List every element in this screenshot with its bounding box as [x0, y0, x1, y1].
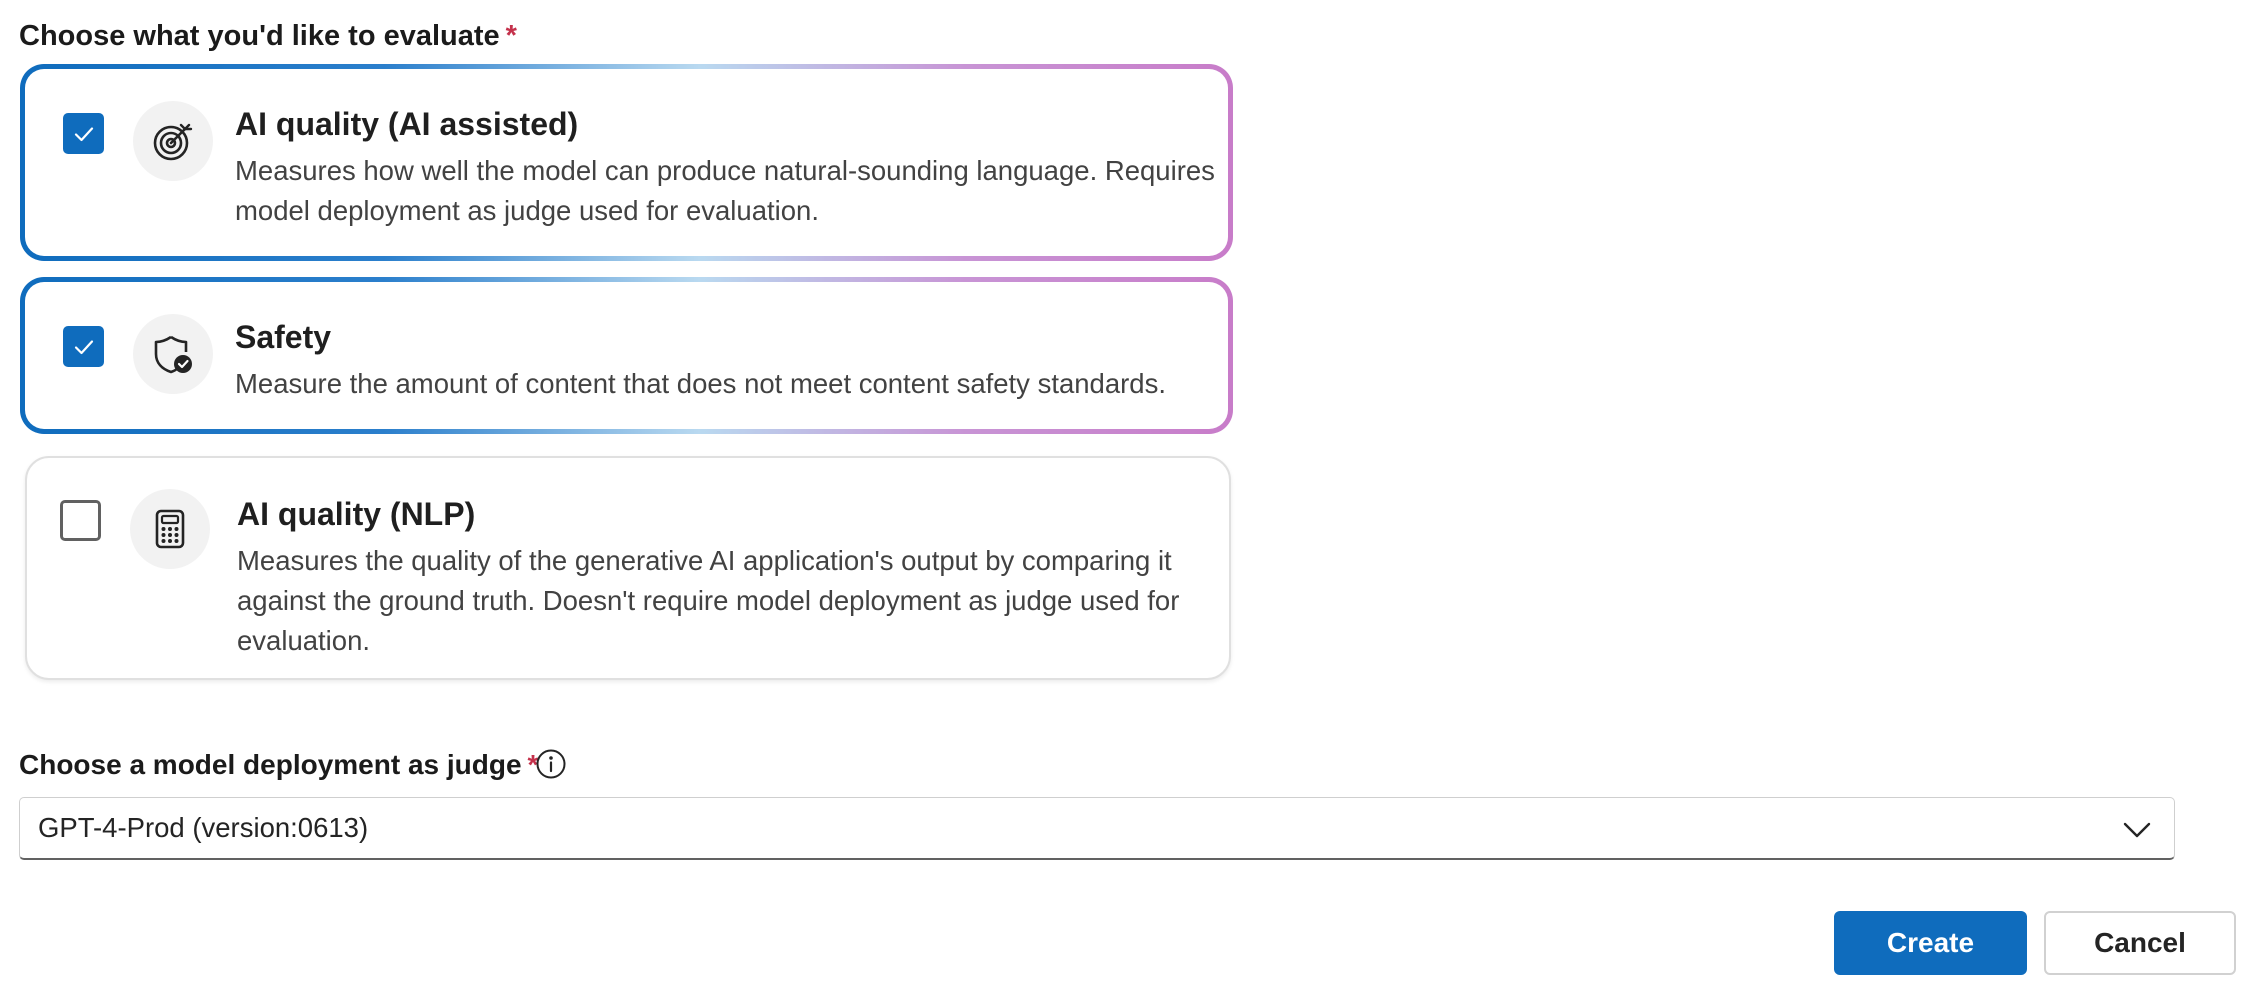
dropdown-selected-value: GPT-4-Prod (version:0613): [38, 812, 369, 843]
checkmark-icon: [74, 126, 93, 141]
calculator-icon: [155, 509, 185, 549]
cancel-button[interactable]: Cancel: [2044, 911, 2236, 975]
option-card-safety[interactable]: Safety Measure the amount of content tha…: [20, 277, 1233, 434]
evaluation-form: Choose what you'd like to evaluate * AI q…: [0, 0, 2255, 997]
option-checkbox-nlp[interactable]: [60, 500, 101, 541]
option-title: AI quality (AI assisted): [235, 106, 579, 142]
target-sparkle-icon: [153, 123, 193, 161]
option-checkbox-ai-assisted[interactable]: [63, 113, 104, 154]
option-description: Measure the amount of content that does …: [235, 368, 1166, 399]
info-icon[interactable]: [535, 748, 567, 780]
option-title: AI quality (NLP): [237, 496, 476, 532]
option-title: Safety: [235, 319, 332, 355]
option-icon-container: [133, 101, 213, 181]
option-description: Measures the quality of the generative A…: [237, 545, 1180, 656]
option-icon-container: [130, 489, 210, 569]
judge-label-text: Choose a model deployment as judge: [19, 749, 522, 780]
judge-section-label: Choose a model deployment as judge *: [19, 747, 538, 783]
chevron-down-icon: [2123, 822, 2151, 838]
evaluate-label-text: Choose what you'd like to evaluate: [19, 20, 500, 52]
option-checkbox-safety[interactable]: [63, 326, 104, 367]
option-description: Measures how well the model can produce …: [235, 155, 1215, 226]
option-card-nlp[interactable]: AI quality (NLP) Measures the quality of…: [25, 456, 1231, 680]
option-card-ai-assisted[interactable]: AI quality (AI assisted) Measures how we…: [20, 64, 1233, 261]
shield-check-icon: [154, 335, 192, 374]
create-button[interactable]: Create: [1834, 911, 2027, 975]
required-marker: *: [505, 20, 517, 52]
option-icon-container: [133, 314, 213, 394]
judge-model-dropdown[interactable]: GPT-4-Prod (version:0613): [19, 797, 2175, 860]
evaluate-section-label: Choose what you'd like to evaluate *: [19, 18, 517, 54]
checkmark-icon: [74, 339, 93, 354]
